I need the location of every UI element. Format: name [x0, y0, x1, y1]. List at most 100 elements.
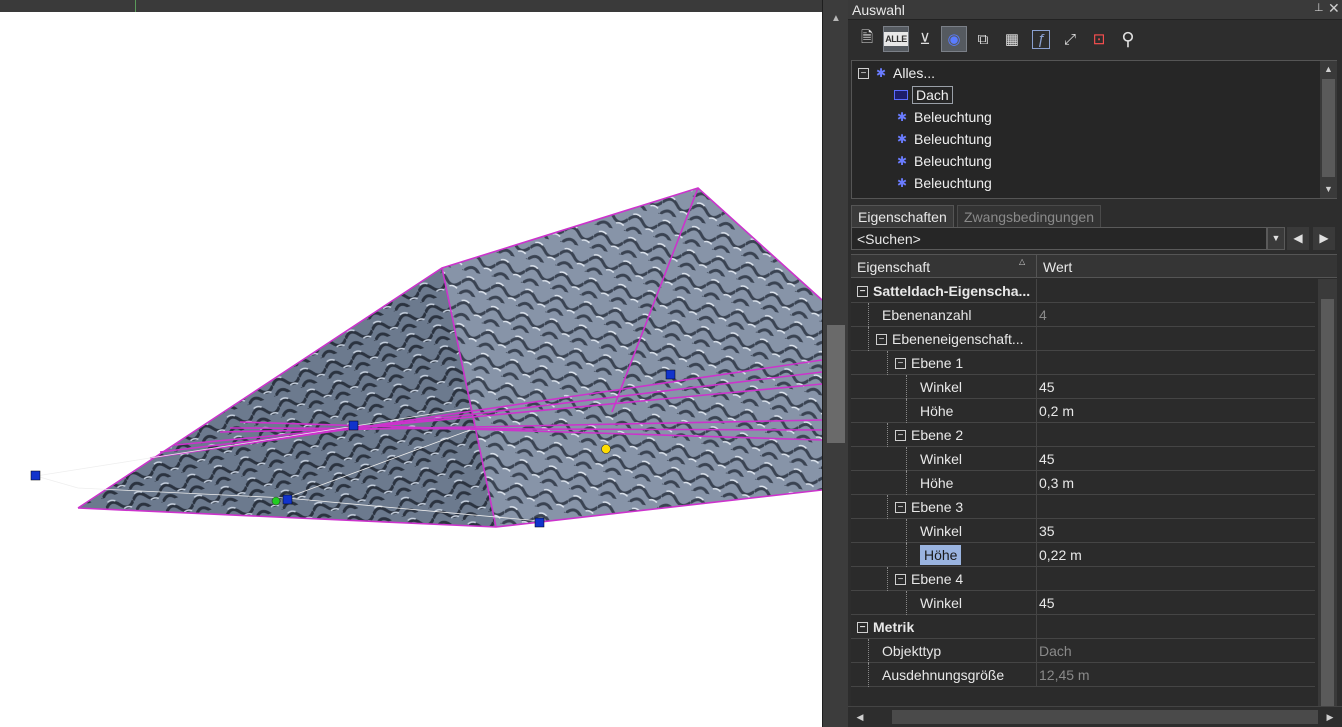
scroll-up-icon[interactable]: ▲ [1320, 61, 1337, 77]
tree-item-root[interactable]: − ✱ Alles... [858, 62, 935, 84]
property-value[interactable]: 0,2 m [1039, 399, 1074, 423]
property-label: Winkel [920, 451, 963, 467]
property-name: Winkel [851, 375, 1037, 399]
chevron-down-icon[interactable]: ▼ [1267, 227, 1285, 250]
tree-line [868, 663, 880, 687]
collapse-icon[interactable]: − [895, 501, 906, 513]
property-row[interactable]: − Satteldach-Eigenscha... [851, 279, 1315, 303]
collapse-icon[interactable]: − [857, 285, 868, 297]
property-row[interactable]: Objekttyp Dach [851, 639, 1315, 663]
property-row[interactable]: Ausdehnungsgröße 12,45 m [851, 663, 1315, 687]
horizontal-scrollbar[interactable]: ◀ ▶ [848, 706, 1342, 727]
property-row[interactable]: Höhe 0,2 m [851, 399, 1315, 423]
property-row[interactable]: Winkel 45 [851, 591, 1315, 615]
property-row[interactable]: − Metrik [851, 615, 1315, 639]
property-row[interactable]: Winkel 45 [851, 447, 1315, 471]
light-icon: ✱ [896, 154, 908, 168]
property-label: Ebene 2 [911, 427, 964, 443]
roof-model[interactable] [0, 0, 822, 727]
collapse-icon[interactable]: − [895, 357, 906, 369]
property-value[interactable]: 0,3 m [1039, 471, 1074, 495]
3d-viewport[interactable] [0, 0, 822, 727]
property-value[interactable]: 45 [1039, 375, 1055, 399]
select-box-icon[interactable]: ⊡ [1086, 26, 1112, 52]
search-input[interactable]: <Suchen> [851, 227, 1267, 250]
properties-icon[interactable]: 🗎 [854, 26, 880, 52]
tree-item-light[interactable]: ✱ Beleuchtung [894, 150, 992, 172]
property-label: Ebene 3 [911, 499, 964, 515]
tree-line [868, 639, 880, 663]
grid-scrollbar[interactable] [1318, 279, 1337, 707]
tree-item-dach[interactable]: Dach [894, 84, 953, 106]
property-label: Winkel [920, 379, 963, 395]
close-icon[interactable]: ✕ [1328, 0, 1340, 17]
scroll-left-icon[interactable]: ◀ [852, 709, 868, 725]
property-name: Objekttyp [851, 639, 1037, 663]
tree-scrollbar[interactable]: ▲ ▼ [1320, 61, 1337, 198]
property-row[interactable]: Winkel 45 [851, 375, 1315, 399]
table-icon[interactable]: ▦ [999, 26, 1025, 52]
selection-tree[interactable]: − ✱ Alles... Dach ✱ Beleuchtung ✱ Beleuc… [851, 60, 1337, 199]
scroll-down-icon[interactable]: ▼ [1320, 181, 1337, 197]
scroll-thumb[interactable] [1322, 79, 1335, 177]
tree-line [868, 303, 880, 327]
column-header-value[interactable]: Wert [1037, 255, 1078, 278]
property-label: Satteldach-Eigenscha... [873, 283, 1031, 299]
collapse-icon[interactable]: − [895, 429, 906, 441]
collapse-icon[interactable]: − [858, 67, 869, 79]
roof-left-face [78, 268, 496, 527]
next-icon[interactable]: ▶ [1313, 227, 1335, 250]
scroll-thumb[interactable] [892, 710, 1318, 724]
collapse-icon[interactable]: − [857, 621, 868, 633]
previous-icon[interactable]: ◀ [1287, 227, 1309, 250]
property-value[interactable]: 35 [1039, 519, 1055, 543]
property-name: − Satteldach-Eigenscha... [851, 279, 1037, 303]
property-row[interactable]: − Ebene 3 [851, 495, 1315, 519]
property-name: Ebenenanzahl [851, 303, 1037, 327]
tree-item-light[interactable]: ✱ Beleuchtung [894, 128, 992, 150]
scroll-right-icon[interactable]: ▶ [1322, 709, 1338, 725]
pin-icon[interactable]: ⊥ [1314, 1, 1324, 14]
viewport-scrollbar[interactable]: ▲ [822, 0, 848, 727]
property-row[interactable]: − Ebene 2 [851, 423, 1315, 447]
transform-icon[interactable]: ⤢ [1057, 26, 1083, 52]
property-label: Ebenenanzahl [882, 307, 972, 323]
search-icon[interactable]: ⚲ [1115, 26, 1141, 52]
property-name: Winkel [851, 591, 1037, 615]
tree-line [906, 399, 918, 423]
handle-5 [534, 517, 545, 528]
filter-icon[interactable]: ⊻ [912, 26, 938, 52]
property-value: Dach [1039, 643, 1072, 659]
scroll-thumb[interactable] [1321, 299, 1334, 707]
collapse-icon[interactable]: − [895, 573, 906, 585]
scroll-thumb[interactable] [827, 325, 845, 443]
property-value[interactable]: 45 [1039, 447, 1055, 471]
highlight-icon[interactable]: ◉ [941, 26, 967, 52]
column-header-property[interactable]: Eigenschaft [851, 255, 1037, 278]
property-row[interactable]: − Ebene 1 [851, 351, 1315, 375]
function-icon[interactable]: ƒ [1028, 26, 1054, 52]
property-row[interactable]: − Ebeneneigenschaft... [851, 327, 1315, 351]
property-grid[interactable]: Eigenschaft △ Wert − Satteldach-Eigenscha… [851, 254, 1337, 707]
tree-line [868, 327, 874, 351]
tree-item-light[interactable]: ✱ Beleuchtung [894, 106, 992, 128]
property-row[interactable]: Höhe 0,3 m [851, 471, 1315, 495]
tab-eigenschaften[interactable]: Eigenschaften [851, 205, 954, 227]
select-all-icon[interactable]: ALLE [883, 26, 909, 52]
copy-icon[interactable]: ⧉ [970, 26, 996, 52]
property-value[interactable]: 45 [1039, 591, 1055, 615]
property-label: Höhe [920, 545, 962, 565]
property-name: − Ebene 1 [851, 351, 1037, 375]
property-row[interactable]: Ebenenanzahl 4 [851, 303, 1315, 327]
property-value[interactable]: 0,22 m [1039, 543, 1082, 567]
property-row[interactable]: Höhe 0,22 m [851, 543, 1315, 567]
property-row[interactable]: Winkel 35 [851, 519, 1315, 543]
light-icon: ✱ [896, 176, 908, 190]
tab-zwangsbedingungen[interactable]: Zwangsbedingungen [957, 205, 1101, 227]
property-label: Ebene 4 [911, 571, 964, 587]
collapse-icon[interactable]: − [876, 333, 887, 345]
tree-item-light[interactable]: ✱ Beleuchtung [894, 172, 992, 194]
tree-line [906, 543, 918, 567]
scroll-up-icon[interactable]: ▲ [827, 10, 845, 28]
property-row[interactable]: − Ebene 4 [851, 567, 1315, 591]
